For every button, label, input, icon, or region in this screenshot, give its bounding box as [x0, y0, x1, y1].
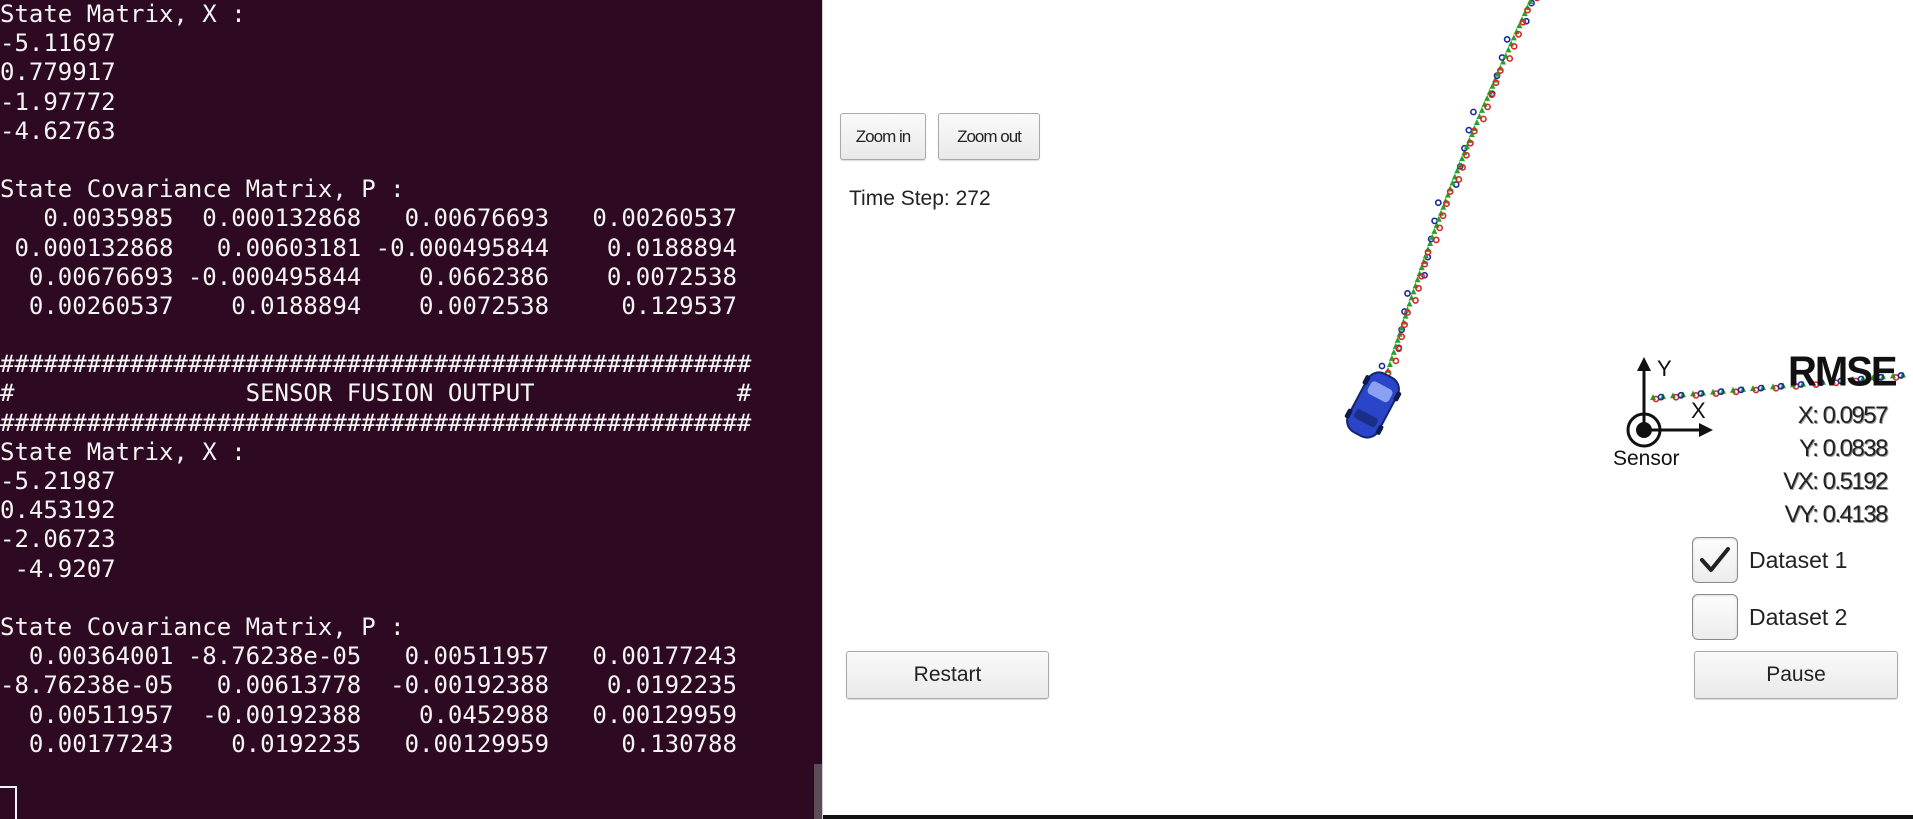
terminal-line: ########################################… [0, 350, 752, 379]
radar-marker [1378, 362, 1386, 370]
axis-x-label: X [1691, 398, 1706, 423]
dataset-2-label: Dataset 2 [1749, 603, 1848, 630]
time-step-label: Time Step: [849, 187, 950, 210]
screen: State Matrix, X : -5.11697 0.779917 -1.9777… [0, 0, 1913, 819]
lidar-marker [1534, 0, 1540, 2]
terminal-scrollbar[interactable] [814, 764, 822, 819]
terminal-line: -5.21987 [0, 467, 116, 495]
terminal-line: 0.00260537 0.0188894 0.0072538 0.129537 [0, 291, 737, 320]
time-step-readout: Time Step: 272 [849, 187, 991, 211]
radar-marker [1404, 290, 1411, 297]
rmse-vx-value: VX: 0.5192 [1783, 468, 1888, 495]
rmse-vy-value: VY: 0.4138 [1784, 501, 1889, 528]
rmse-y-value: Y: 0.0838 [1799, 435, 1888, 462]
sensor-label: Sensor [1613, 447, 1680, 470]
terminal-line: State Matrix, X : [0, 437, 246, 466]
terminal-output: State Matrix, X : -5.11697 0.779917 -1.9777… [0, 0, 751, 759]
terminal-line: State Covariance Matrix, P : [0, 612, 405, 641]
lidar-marker [1415, 284, 1422, 292]
estimate-marker [1473, 119, 1480, 126]
radar-marker [1465, 126, 1473, 134]
zoom-in-button[interactable]: Zoom in [840, 113, 926, 160]
pause-button[interactable]: Pause [1694, 651, 1898, 699]
lidar-marker [1455, 176, 1463, 183]
terminal-line: 0.00511957 -0.00192388 0.0452988 0.00129… [0, 700, 737, 729]
axis-y-label: Y [1657, 356, 1672, 381]
lidar-marker [1412, 297, 1419, 304]
simulator-bottom-edge [823, 815, 1913, 819]
terminal-line: 0.000132868 0.00603181 -0.000495844 0.01… [0, 233, 737, 262]
terminal-line: State Matrix, X : [0, 0, 246, 28]
terminal-line: -5.11697 [0, 29, 116, 58]
dataset-1-checkbox[interactable]: Dataset 1 [1692, 537, 1847, 583]
dataset-1-label: Dataset 1 [1749, 546, 1848, 573]
lidar-marker [1510, 42, 1518, 50]
estimate-marker [1505, 46, 1512, 53]
rmse-x-value: X: 0.0957 [1797, 402, 1889, 429]
terminal-line: ########################################… [0, 408, 752, 437]
terminal-line: 0.00177243 0.0192235 0.00129959 0.130788 [0, 729, 737, 758]
rmse-title: RMSE [1788, 348, 1898, 396]
terminal-line: State Covariance Matrix, P : [0, 175, 405, 204]
car-icon [1344, 371, 1402, 439]
time-step-value: 272 [955, 187, 991, 210]
zoom-out-button[interactable]: Zoom out [938, 113, 1040, 160]
terminal-line: -1.97772 [0, 87, 116, 116]
terminal-line: 0.453192 [0, 496, 116, 525]
terminal-line: 0.0035985 0.000132868 0.00676693 0.00260… [0, 204, 737, 233]
terminal-line: # SENSOR FUSION OUTPUT # [0, 379, 752, 408]
terminal-line: -4.62763 [0, 116, 116, 145]
simulator-view[interactable]: Zoom in Zoom out Time Step: 272 Y X Sens… [822, 0, 1913, 819]
dataset-2-checkbox-box[interactable] [1692, 594, 1738, 640]
estimate-marker [1386, 360, 1393, 367]
radar-marker [1434, 199, 1442, 207]
lidar-marker [1395, 345, 1403, 353]
lidar-marker [1480, 115, 1487, 123]
terminal-line: 0.00676693 -0.000495844 0.0662386 0.0072… [0, 262, 737, 291]
lidar-marker [1432, 236, 1440, 244]
terminal-window[interactable]: State Matrix, X : -5.11697 0.779917 -1.9777… [0, 0, 822, 819]
terminal-line: 0.00364001 -8.76238e-05 0.00511957 0.001… [0, 642, 737, 671]
trajectory-markers-main [1378, 0, 1540, 377]
estimate-marker [1478, 106, 1485, 113]
radar-marker [1503, 35, 1511, 43]
estimate-marker [1406, 300, 1413, 307]
checkmark-icon [1700, 547, 1730, 572]
terminal-line: -8.76238e-05 0.00613778 -0.00192388 0.01… [0, 671, 737, 700]
dataset-1-checkbox-box[interactable] [1692, 537, 1738, 583]
dataset-2-checkbox[interactable]: Dataset 2 [1692, 594, 1847, 640]
terminal-line: -2.06723 [0, 525, 116, 554]
terminal-cursor [0, 786, 17, 819]
lidar-marker [1506, 55, 1514, 62]
terminal-line: 0.779917 [0, 58, 116, 87]
radar-marker [1470, 108, 1477, 116]
terminal-line: -4.9207 [0, 554, 116, 583]
lidar-marker [1436, 224, 1444, 232]
lidar-marker [1392, 357, 1400, 365]
restart-button[interactable]: Restart [846, 651, 1049, 699]
